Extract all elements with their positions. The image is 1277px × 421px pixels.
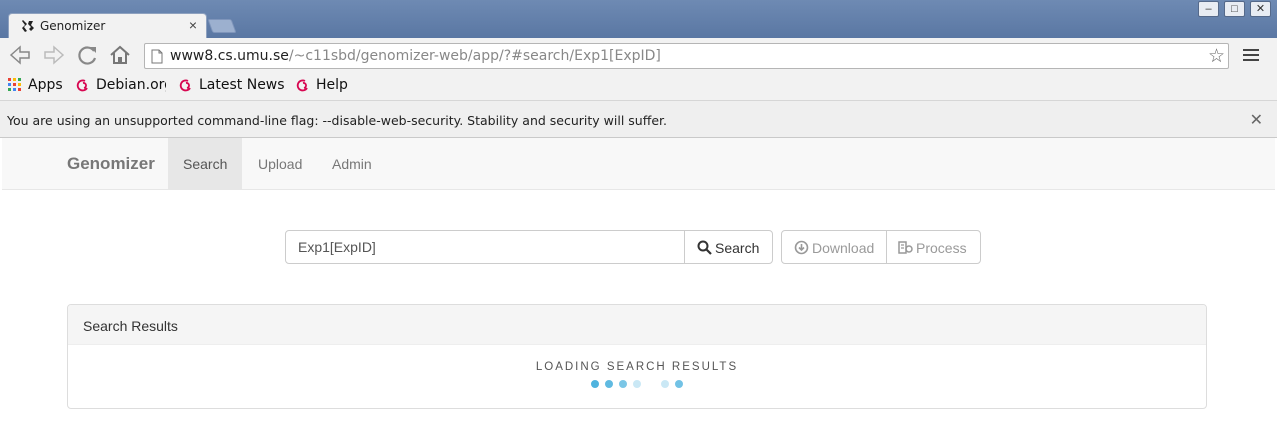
process-button-label: Process: [916, 240, 967, 256]
process-icon: [898, 241, 913, 254]
search-button-label: Search: [715, 240, 760, 256]
bookmarks-bar: Apps Debian.org Latest News Help: [0, 72, 1277, 100]
warning-infobar: You are using an unsupported command-lin…: [0, 100, 1277, 138]
nav-search[interactable]: Search: [168, 138, 243, 189]
loading-dot: [675, 380, 683, 388]
url-text: www8.cs.umu.se/~c11sbd/genomizer-web/app…: [170, 48, 661, 64]
infobar-message: You are using an unsupported command-lin…: [7, 113, 667, 128]
loading-dot: [661, 380, 669, 388]
minimize-button[interactable]: ‒: [1198, 1, 1219, 17]
window-close-button[interactable]: ✕: [1250, 1, 1271, 17]
search-button[interactable]: Search: [684, 230, 773, 264]
debian-swirl-icon: [296, 79, 308, 92]
nav-admin[interactable]: Admin: [317, 138, 387, 189]
loading-dot: [605, 380, 613, 388]
loading-text: LOADING SEARCH RESULTS: [535, 361, 739, 373]
address-bar[interactable]: www8.cs.umu.se/~c11sbd/genomizer-web/app…: [144, 43, 1229, 69]
download-circle-icon: [794, 240, 809, 255]
search-input[interactable]: [285, 230, 685, 264]
search-icon: [697, 240, 712, 255]
home-icon[interactable]: [108, 43, 132, 67]
process-button[interactable]: Process: [886, 230, 981, 264]
debian-swirl-icon: [179, 79, 191, 92]
bookmark-star-icon[interactable]: ☆: [1208, 45, 1225, 68]
action-button-group: Download Process: [781, 230, 981, 264]
url-host: www8.cs.umu.se: [170, 48, 289, 64]
download-button-label: Download: [812, 240, 875, 256]
bookmark-help[interactable]: Help: [316, 77, 348, 93]
url-path: /~c11sbd/genomizer-web/app/?#search/Exp1…: [288, 48, 661, 64]
browser-tab[interactable]: Genomizer ×: [8, 13, 207, 39]
bookmark-apps[interactable]: Apps: [28, 77, 63, 93]
app-navbar: Genomizer Search Upload Admin: [2, 138, 1275, 190]
download-button[interactable]: Download: [781, 230, 887, 264]
panel-heading: Search Results: [68, 305, 1206, 345]
window-titlebar: Genomizer × ‒ □ ✕: [0, 0, 1277, 39]
panel-title: Search Results: [83, 318, 178, 334]
bookmark-latest-news[interactable]: Latest News: [199, 77, 285, 93]
chrome-menu-icon[interactable]: [1243, 46, 1259, 64]
genomizer-favicon-icon: [22, 20, 34, 32]
search-results-panel: Search Results LOADING SEARCH RESULTS: [67, 304, 1207, 409]
debian-swirl-icon: [76, 79, 88, 92]
infobar-close-icon[interactable]: ✕: [1250, 110, 1263, 130]
reload-icon[interactable]: [76, 43, 100, 67]
tab-close-icon[interactable]: ×: [189, 17, 197, 33]
forward-arrow-icon[interactable]: [42, 43, 66, 67]
app-brand[interactable]: Genomizer: [67, 154, 155, 174]
page-icon: [151, 49, 163, 64]
new-tab-button[interactable]: [207, 19, 237, 33]
maximize-button[interactable]: □: [1224, 1, 1245, 17]
back-arrow-icon[interactable]: [8, 43, 32, 67]
bookmark-debian[interactable]: Debian.org: [96, 77, 166, 93]
apps-grid-icon: [8, 78, 21, 91]
tab-title: Genomizer: [40, 19, 106, 33]
loading-dot: [633, 380, 641, 388]
loading-dot: [619, 380, 627, 388]
nav-upload[interactable]: Upload: [243, 138, 317, 189]
loading-dot: [591, 380, 599, 388]
